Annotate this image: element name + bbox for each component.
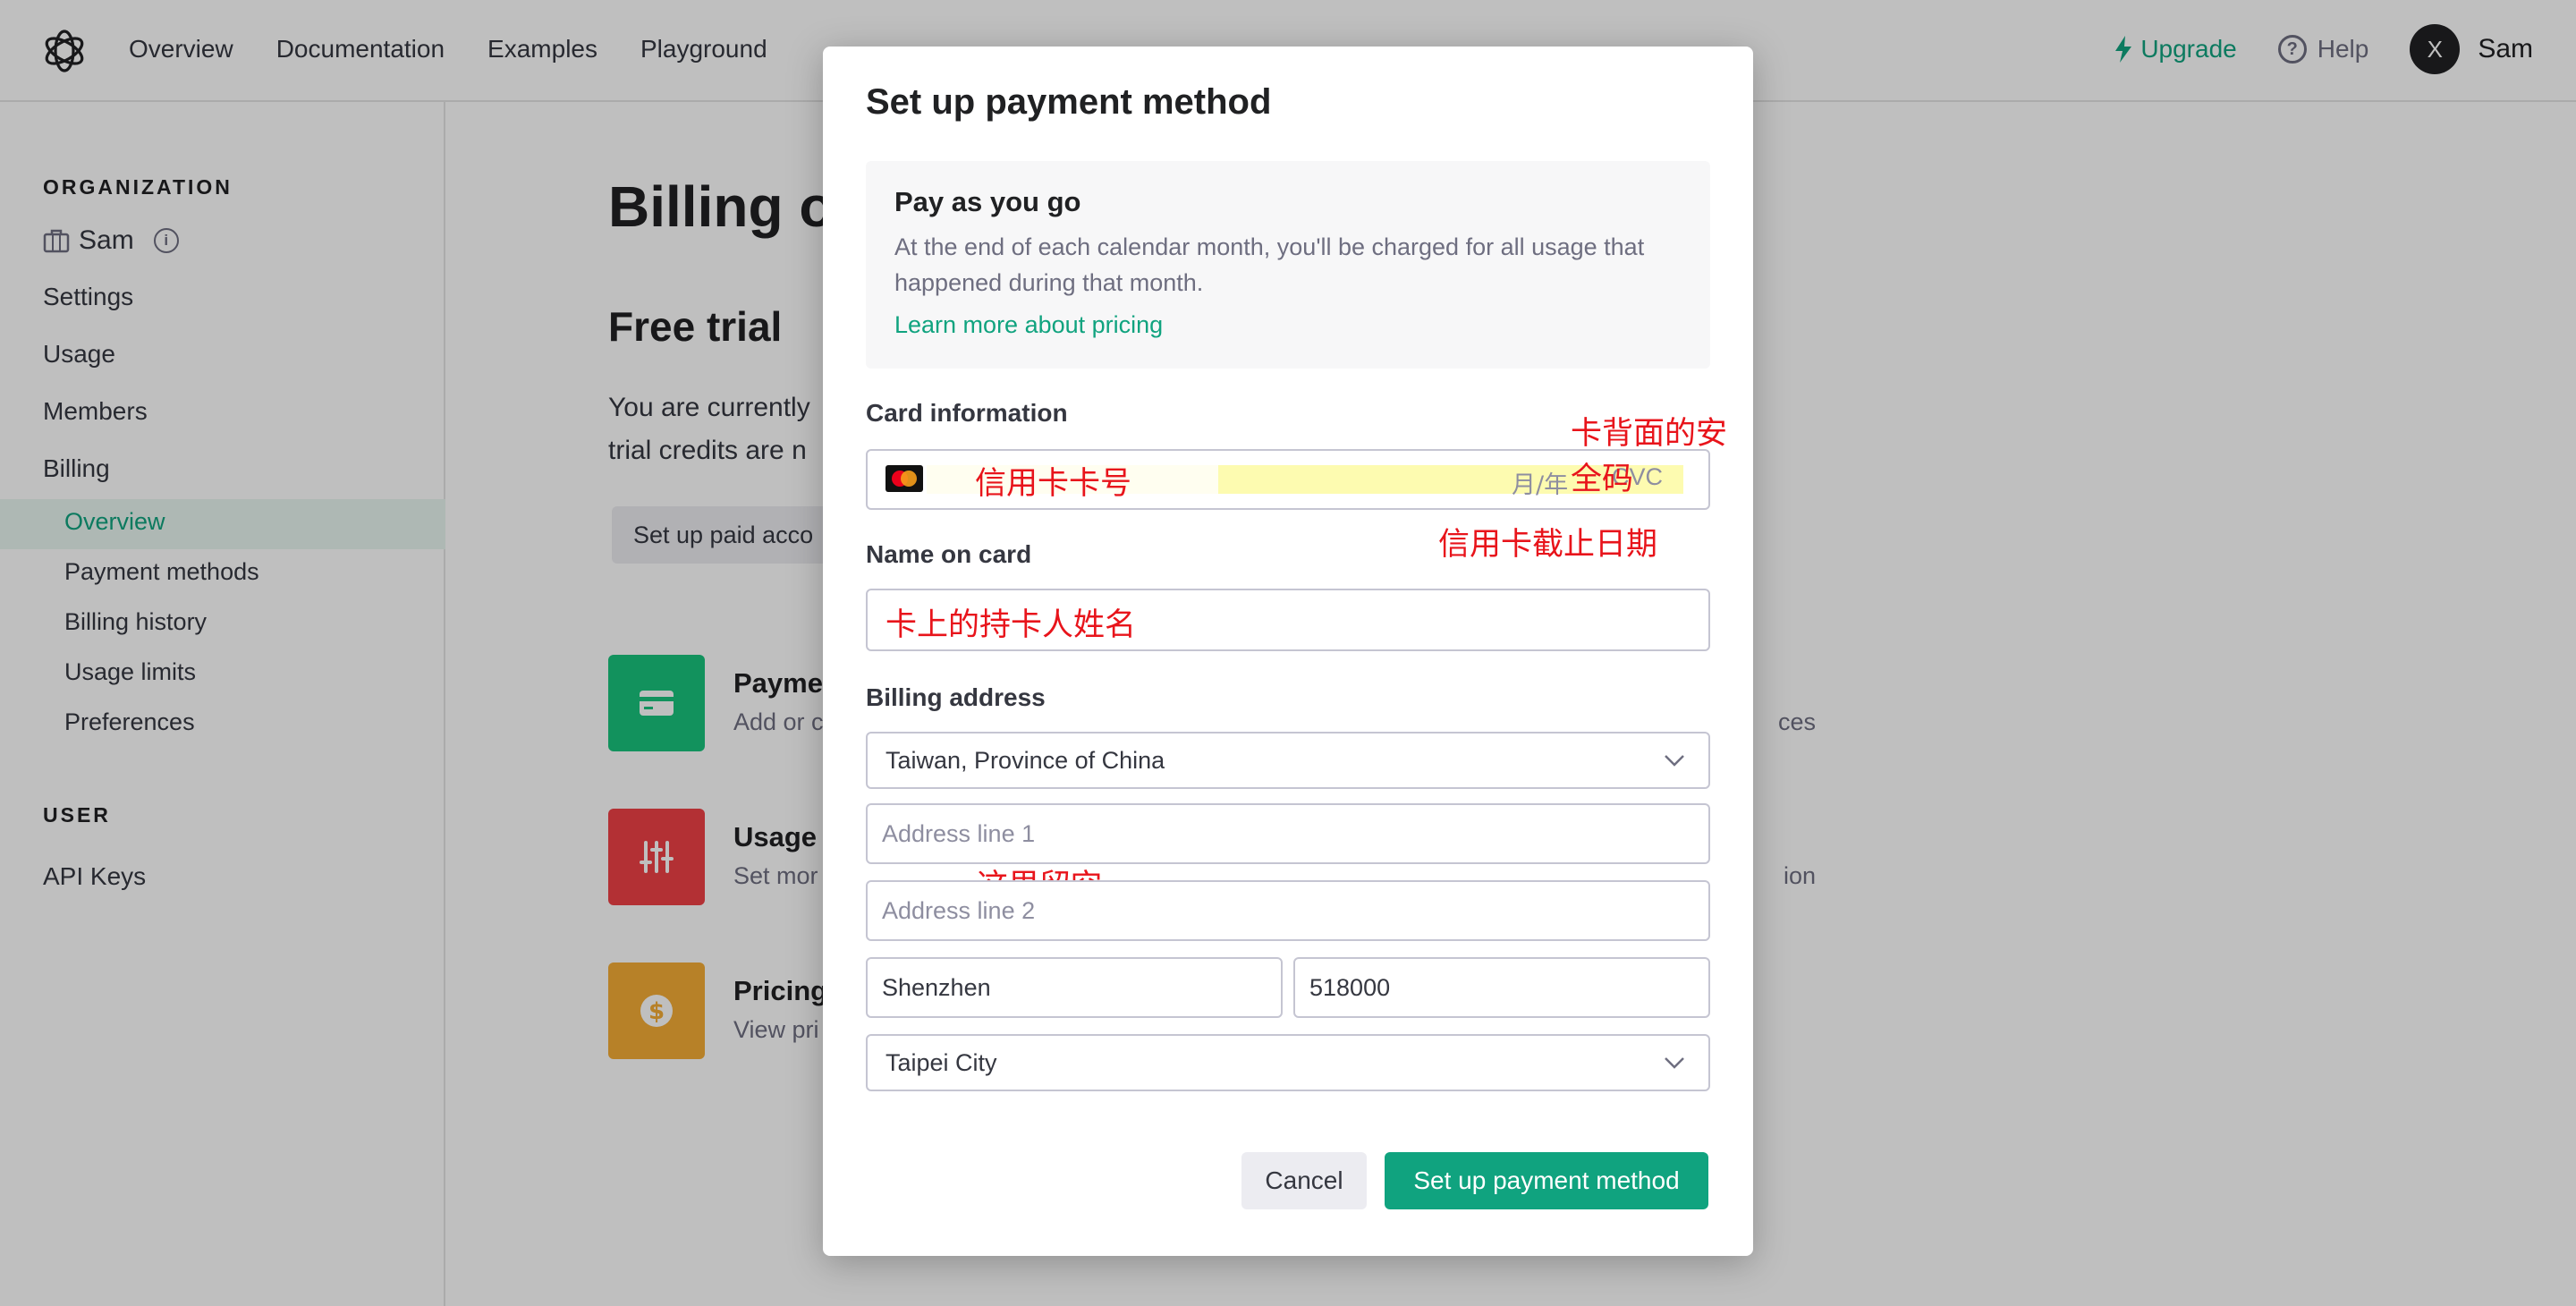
name-on-card-input[interactable]: 卡上的持卡人姓名 (866, 589, 1710, 651)
address-line-1-placeholder: Address line 1 (882, 819, 1036, 847)
state-select[interactable]: Taipei City (866, 1034, 1710, 1091)
state-value: Taipei City (886, 1048, 997, 1076)
chevron-down-icon (1665, 1057, 1684, 1069)
city-value: Shenzhen (882, 973, 991, 1001)
expiry-annotation: 信用卡截止日期 (1438, 527, 1658, 563)
plan-title: Pay as you go (894, 186, 1081, 217)
cvc-annotation: 卡背面的安全码 (1571, 416, 1728, 497)
plan-description: At the end of each calendar month, you'l… (894, 233, 1645, 296)
chevron-down-icon (1665, 755, 1684, 767)
cancel-button[interactable]: Cancel (1241, 1152, 1367, 1209)
name-on-card-label: Name on card (866, 540, 1032, 568)
address-line-2-input[interactable]: Address line 2 (866, 880, 1710, 941)
city-input[interactable]: Shenzhen (866, 957, 1283, 1018)
postal-code-value: 518000 (1309, 973, 1391, 1001)
address-line-1-input[interactable]: Address line 1 (866, 803, 1710, 864)
dialog-title: Set up payment method (866, 82, 1272, 122)
address-line-2-placeholder: Address line 2 (882, 896, 1036, 924)
set-up-payment-method-button[interactable]: Set up payment method (1385, 1152, 1708, 1209)
postal-code-input[interactable]: 518000 (1293, 957, 1710, 1018)
payment-method-dialog: Set up payment method Pay as you go At t… (823, 47, 1753, 1256)
card-number-annotation: 信用卡卡号 (975, 466, 1132, 502)
card-info-label: Card information (866, 399, 1068, 427)
mastercard-icon (886, 465, 923, 492)
card-expiry-input[interactable]: 月/年 (1512, 465, 1568, 500)
plan-info-box: Pay as you go At the end of each calenda… (866, 161, 1710, 369)
learn-pricing-link[interactable]: Learn more about pricing (894, 311, 1163, 339)
billing-address-label: Billing address (866, 683, 1046, 711)
country-value: Taiwan, Province of China (886, 746, 1165, 774)
name-annotation: 卡上的持卡人姓名 (886, 607, 1137, 643)
country-select[interactable]: Taiwan, Province of China (866, 732, 1710, 789)
